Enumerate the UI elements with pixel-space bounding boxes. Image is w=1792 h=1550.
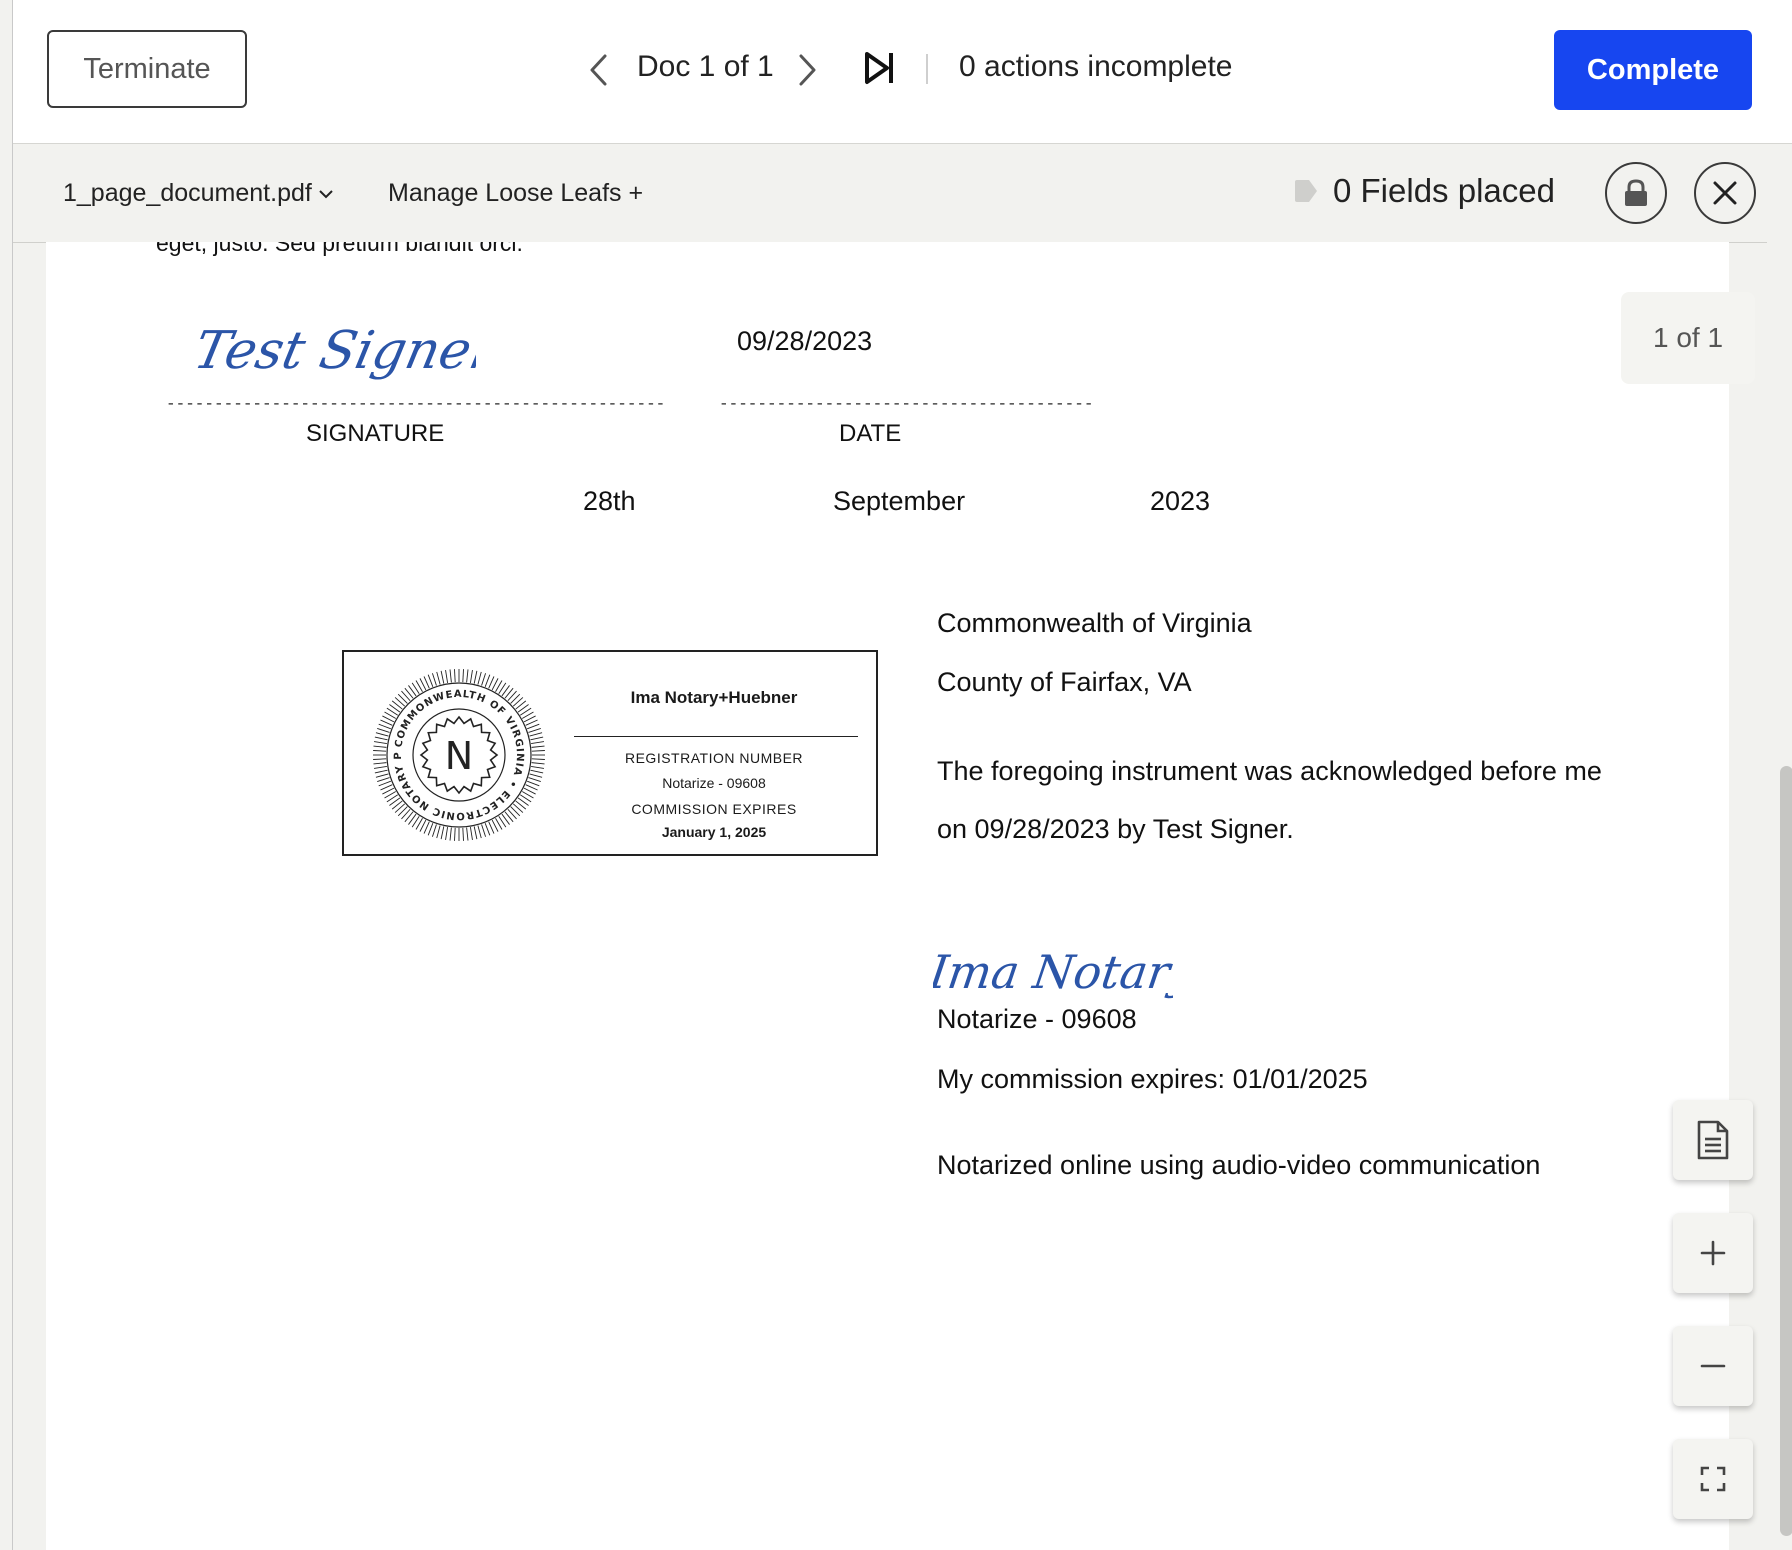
lock-icon: [1625, 179, 1647, 206]
date-label: DATE: [839, 420, 902, 447]
signature-line: ----------------------------------------…: [166, 395, 666, 413]
signature-date: 09/28/2023: [737, 326, 873, 356]
close-button[interactable]: [1694, 162, 1756, 224]
tag-icon: [1295, 180, 1317, 202]
online-notarization-note: Notarized online using audio-video commu…: [937, 1150, 1541, 1180]
venue-state: Commonwealth of Virginia: [937, 608, 1252, 638]
seal-registration-label: REGISTRATION NUMBER: [624, 750, 804, 766]
page-indicator: 1 of 1: [1621, 292, 1755, 384]
file-selector[interactable]: 1_page_document.pdf: [63, 179, 334, 208]
next-doc-button[interactable]: [793, 48, 823, 92]
notary-signature-text: Ima Notary: [933, 945, 1173, 999]
fullscreen-icon: [1700, 1466, 1726, 1492]
commission-expiry: My commission expires: 01/01/2025: [937, 1064, 1368, 1094]
toolbar-divider: [926, 54, 928, 84]
plus-icon: [1700, 1240, 1726, 1266]
acknowledgment-line-1: The foregoing instrument was acknowledge…: [937, 756, 1602, 786]
seal-center-letter: N: [445, 734, 473, 778]
notarization-month: September: [833, 486, 966, 516]
seal-emblem: COMMONWEALTH OF VIRGINIA • ELECTRONIC NO…: [370, 666, 545, 841]
date-line: ---------------------------------------: [719, 395, 1094, 413]
notary-signature-image[interactable]: Ima Notary: [933, 922, 1173, 1012]
scrollbar-thumb[interactable]: [1780, 766, 1792, 1536]
fields-placed-label: 0 Fields placed: [1333, 172, 1555, 209]
chevron-down-icon: [319, 189, 333, 198]
zoom-in-button[interactable]: [1673, 1213, 1753, 1293]
chevron-left-icon: [590, 54, 607, 86]
doc-counter: Doc 1 of 1: [637, 50, 774, 83]
lock-button[interactable]: [1605, 162, 1667, 224]
minus-icon: [1700, 1364, 1726, 1368]
seal-divider: [574, 736, 858, 737]
skip-to-end-icon: [865, 52, 893, 84]
seal-expires-value: January 1, 2025: [661, 824, 767, 840]
notary-seal[interactable]: COMMONWEALTH OF VIRGINIA • ELECTRONIC NO…: [342, 650, 878, 856]
fields-placed-status: 0 Fields placed: [1293, 172, 1555, 210]
seal-notary-name: Ima Notary+Huebner: [630, 688, 798, 707]
signature-label: SIGNATURE: [306, 420, 445, 447]
app-frame: Terminate Doc 1 of 1 0 actions incomplet…: [12, 0, 1792, 1550]
close-icon: [1713, 181, 1737, 205]
body-text-fragment: eget, justo. Sed pretium blandit orci.: [156, 242, 523, 256]
notarization-year: 2023: [1150, 486, 1211, 516]
previous-doc-button[interactable]: [583, 48, 613, 92]
terminate-button[interactable]: Terminate: [47, 30, 247, 108]
document-toolbar: 1_page_document.pdf Manage Loose Leafs +…: [13, 144, 1792, 243]
signer-signature-image[interactable]: Test Signer: [196, 300, 476, 390]
seal-expires-label: COMMISSION EXPIRES: [631, 801, 797, 817]
chevron-right-icon: [799, 54, 816, 86]
signer-signature-text: Test Signer: [196, 321, 476, 381]
manage-loose-leafs-button[interactable]: Manage Loose Leafs +: [388, 179, 643, 208]
document-icon: [1697, 1120, 1729, 1160]
seal-registration-value: Notarize - 09608: [662, 775, 766, 791]
fit-to-screen-button[interactable]: [1673, 1439, 1753, 1519]
last-doc-button[interactable]: [861, 48, 897, 88]
complete-button[interactable]: Complete: [1554, 30, 1752, 110]
file-name: 1_page_document.pdf: [63, 179, 312, 207]
acknowledgment-line-2: on 09/28/2023 by Test Signer.: [937, 814, 1294, 844]
top-toolbar: Terminate Doc 1 of 1 0 actions incomplet…: [13, 0, 1792, 144]
venue-county: County of Fairfax, VA: [937, 667, 1192, 697]
zoom-out-button[interactable]: [1673, 1326, 1753, 1406]
document-page: eget, justo. Sed pretium blandit orci. T…: [46, 242, 1729, 1550]
document-view-button[interactable]: [1673, 1100, 1753, 1180]
actions-status: 0 actions incomplete: [959, 50, 1233, 83]
notary-id: Notarize - 09608: [937, 1004, 1137, 1034]
notarization-day: 28th: [583, 486, 636, 516]
